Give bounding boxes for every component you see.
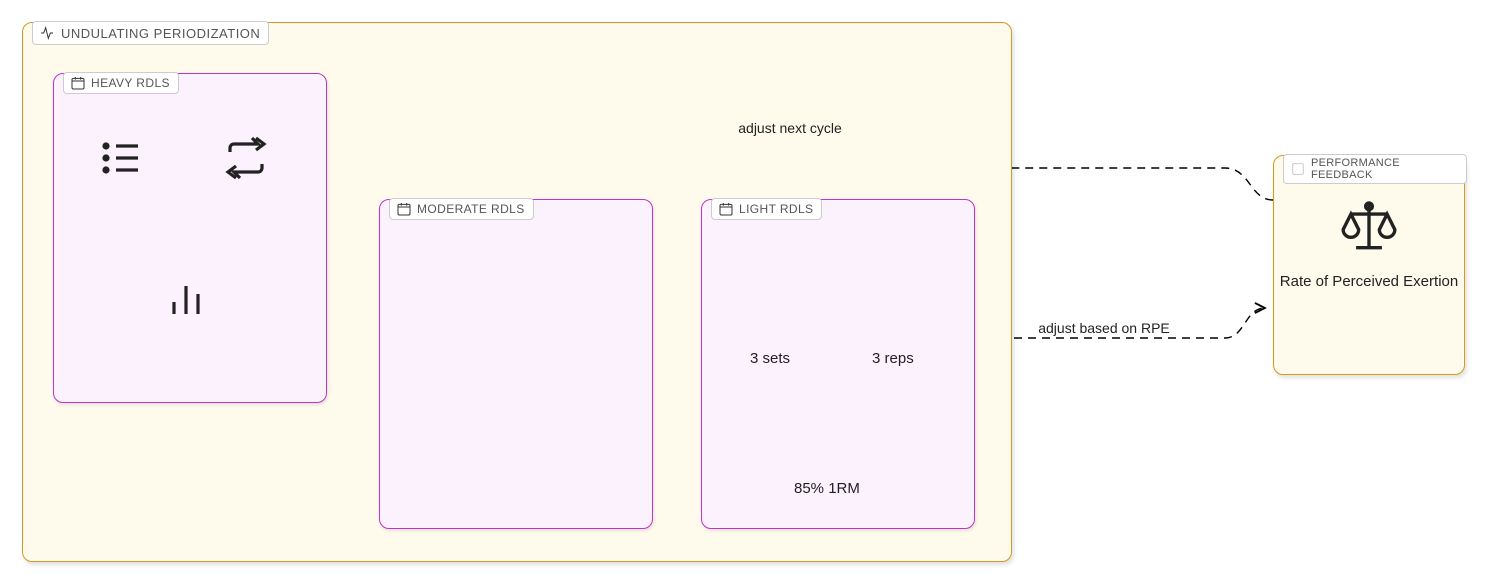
edge-label-adjust-next-cycle: adjust next cycle [720,120,860,137]
session-moderate-tab: MODERATE RDLS [389,198,534,220]
scale-icon [1338,196,1400,263]
session-light-tab: LIGHT RDLS [711,198,822,220]
edge-label-adjust-rpe: adjust based on RPE [1034,320,1174,337]
periodization-group: UNDULATING PERIODIZATION HEAVY RDLS MODE… [22,22,1012,562]
session-light-title: LIGHT RDLS [739,202,813,216]
periodization-title: UNDULATING PERIODIZATION [61,26,260,41]
session-moderate-title: MODERATE RDLS [417,202,525,216]
session-heavy-tab: HEAVY RDLS [63,72,179,94]
activity-icon [39,25,55,41]
session-heavy-title: HEAVY RDLS [91,76,170,90]
calendar-icon [718,201,734,217]
feedback-label: Rate of Perceived Exertion [1280,273,1458,292]
calendar-icon [70,75,86,91]
light-reps: 3 reps [872,350,914,367]
feedback-card: PERFORMANCE FEEDBACK Rate of Perceived E… [1273,155,1465,375]
session-light: LIGHT RDLS 3 sets 3 reps 85% 1RM [701,199,975,529]
repeat-icon [222,134,270,187]
calendar-icon [396,201,412,217]
square-icon [1290,161,1306,177]
session-moderate: MODERATE RDLS [379,199,653,529]
light-sets: 3 sets [750,350,790,367]
list-icon [98,134,146,187]
feedback-title-tab: PERFORMANCE FEEDBACK [1283,154,1467,184]
feedback-title: PERFORMANCE FEEDBACK [1311,157,1460,181]
periodization-title-tab: UNDULATING PERIODIZATION [32,21,269,45]
light-load: 85% 1RM [794,480,860,497]
bar-chart-icon [162,274,210,327]
session-heavy: HEAVY RDLS [53,73,327,403]
